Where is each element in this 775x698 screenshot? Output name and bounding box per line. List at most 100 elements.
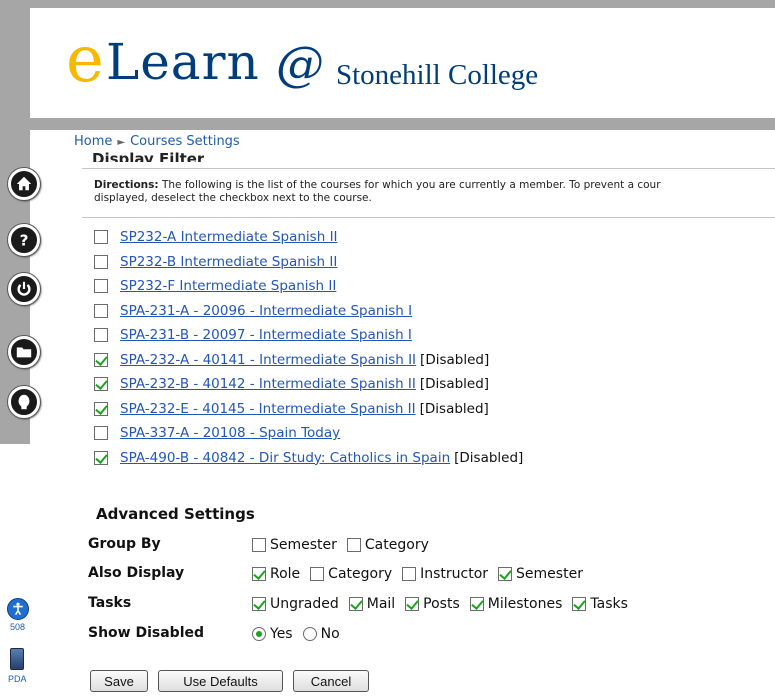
tasks-milestones-checkbox[interactable]: [469, 597, 484, 611]
course-link[interactable]: SPA-231-A - 20096 - Intermediate Spanish…: [120, 303, 412, 319]
group-by-category-checkbox[interactable]: [346, 538, 361, 552]
course-checkbox[interactable]: [94, 303, 108, 318]
course-row: SPA-232-A - 40141 - Intermediate Spanish…: [94, 348, 523, 373]
display-filter-heading: Display Filter: [92, 152, 205, 162]
course-checkbox[interactable]: [94, 279, 108, 294]
directions-line-1: Directions: The following is the list of…: [94, 179, 775, 192]
course-link[interactable]: SPA-232-E - 40145 - Intermediate Spanish…: [120, 401, 416, 417]
option-label: Mail: [366, 596, 396, 612]
option-label: Posts: [423, 596, 460, 612]
directions-label: Directions:: [94, 179, 159, 191]
profile-icon[interactable]: [8, 386, 40, 418]
also-display-role-checkbox[interactable]: [252, 567, 266, 581]
folder-icon[interactable]: [8, 336, 40, 368]
logo-e: e: [66, 23, 104, 97]
main-content: Display Filter Directions: The following…: [72, 150, 775, 698]
cancel-button[interactable]: Cancel: [293, 670, 369, 692]
power-icon[interactable]: [8, 273, 40, 305]
left-frame-bar: [0, 0, 30, 444]
show-disabled-no-radio[interactable]: [302, 627, 317, 641]
help-icon[interactable]: ?: [8, 224, 40, 256]
group-by-options: Semester Category: [252, 535, 439, 555]
tasks-posts-checkbox[interactable]: [405, 597, 420, 611]
accessibility-label[interactable]: 508: [10, 622, 25, 632]
course-row: SPA-337-A - 20108 - Spain Today: [94, 421, 523, 446]
show-disabled-options: Yes No: [252, 624, 350, 644]
option-label: No: [320, 626, 340, 642]
course-row: SPA-232-E - 40145 - Intermediate Spanish…: [94, 397, 523, 422]
also-display-category-checkbox[interactable]: [310, 567, 325, 581]
home-icon[interactable]: [8, 168, 40, 200]
course-link[interactable]: SPA-490-B - 40842 - Dir Study: Catholics…: [120, 450, 450, 466]
show-disabled-no-option[interactable]: No: [302, 626, 340, 642]
accessibility-icon[interactable]: [7, 598, 29, 620]
option-label: Instructor: [420, 566, 489, 582]
logo-learn: Learn: [106, 33, 260, 91]
directions-box: Directions: The following is the list of…: [82, 168, 775, 218]
also-display-category-option[interactable]: Category: [310, 566, 392, 582]
tasks-milestones-option[interactable]: Milestones: [469, 596, 562, 612]
course-checkbox[interactable]: [94, 401, 108, 416]
tasks-mail-option[interactable]: Mail: [348, 596, 396, 612]
save-button[interactable]: Save: [90, 670, 148, 692]
option-label: Semester: [516, 566, 583, 582]
option-label: Category: [328, 566, 393, 582]
option-label: Yes: [270, 626, 293, 642]
course-row: SPA-490-B - 40842 - Dir Study: Catholics…: [94, 446, 523, 471]
logo-at: @: [276, 36, 324, 92]
breadcrumb-home-link[interactable]: Home: [74, 134, 112, 149]
also-display-instructor-checkbox[interactable]: [402, 567, 417, 581]
also-display-semester-checkbox[interactable]: [498, 567, 513, 581]
tasks-tasks-checkbox[interactable]: [572, 597, 587, 611]
course-checkbox[interactable]: [94, 230, 108, 245]
option-label: Role: [270, 566, 301, 582]
tasks-label: Tasks: [88, 595, 132, 611]
course-link[interactable]: SPA-232-B - 40142 - Intermediate Spanish…: [120, 376, 416, 392]
breadcrumb: Home ► Courses Settings: [74, 134, 240, 149]
course-link[interactable]: SP232-A Intermediate Spanish II: [120, 229, 338, 245]
course-checkbox[interactable]: [94, 426, 108, 441]
tasks-mail-checkbox[interactable]: [348, 597, 363, 611]
course-checkbox[interactable]: [94, 254, 108, 269]
header-divider: [30, 118, 775, 130]
tasks-tasks-option[interactable]: Tasks: [572, 596, 628, 612]
show-disabled-yes-option[interactable]: Yes: [252, 626, 293, 642]
course-link[interactable]: SPA-231-B - 20097 - Intermediate Spanish…: [120, 327, 412, 343]
use-defaults-button[interactable]: Use Defaults: [158, 670, 283, 692]
course-link[interactable]: SPA-337-A - 20108 - Spain Today: [120, 425, 340, 441]
also-display-semester-option[interactable]: Semester: [498, 566, 583, 582]
also-display-instructor-option[interactable]: Instructor: [402, 566, 488, 582]
tasks-ungraded-checkbox[interactable]: [252, 597, 266, 611]
breadcrumb-separator-icon: ►: [117, 137, 126, 148]
group-by-semester-checkbox[interactable]: [252, 538, 266, 552]
group-by-semester-option[interactable]: Semester: [252, 537, 337, 553]
group-by-label: Group By: [88, 536, 161, 552]
show-disabled-yes-radio[interactable]: [252, 627, 266, 641]
course-link[interactable]: SPA-232-A - 40141 - Intermediate Spanish…: [120, 352, 416, 368]
directions-text: The following is the list of the courses…: [161, 179, 661, 191]
course-row: SPA-232-B - 40142 - Intermediate Spanish…: [94, 372, 523, 397]
course-row: SP232-B Intermediate Spanish II: [94, 250, 523, 275]
tasks-posts-option[interactable]: Posts: [405, 596, 460, 612]
course-link[interactable]: SP232-B Intermediate Spanish II: [120, 254, 337, 270]
course-checkbox[interactable]: [94, 352, 108, 367]
course-row: SP232-A Intermediate Spanish II: [94, 225, 523, 250]
group-by-category-option[interactable]: Category: [346, 537, 429, 553]
disabled-tag: [Disabled]: [454, 449, 524, 466]
option-label: Ungraded: [270, 596, 339, 612]
course-checkbox[interactable]: [94, 377, 108, 392]
course-checkbox[interactable]: [94, 328, 108, 343]
top-frame-bar: [0, 0, 775, 8]
course-link[interactable]: SP232-F Intermediate Spanish II: [120, 278, 336, 294]
course-list: SP232-A Intermediate Spanish II SP232-B …: [94, 225, 523, 470]
option-label: Semester: [270, 537, 337, 553]
disabled-tag: [Disabled]: [419, 400, 489, 417]
course-row: SP232-F Intermediate Spanish II: [94, 274, 523, 299]
pda-label[interactable]: PDA: [8, 674, 27, 684]
tasks-ungraded-option[interactable]: Ungraded: [252, 596, 339, 612]
also-display-role-option[interactable]: Role: [252, 566, 300, 582]
directions-line-2: displayed, deselect the checkbox next to…: [94, 192, 372, 204]
course-checkbox[interactable]: [94, 450, 108, 465]
svg-text:?: ?: [20, 231, 29, 249]
pda-icon[interactable]: [10, 648, 24, 670]
